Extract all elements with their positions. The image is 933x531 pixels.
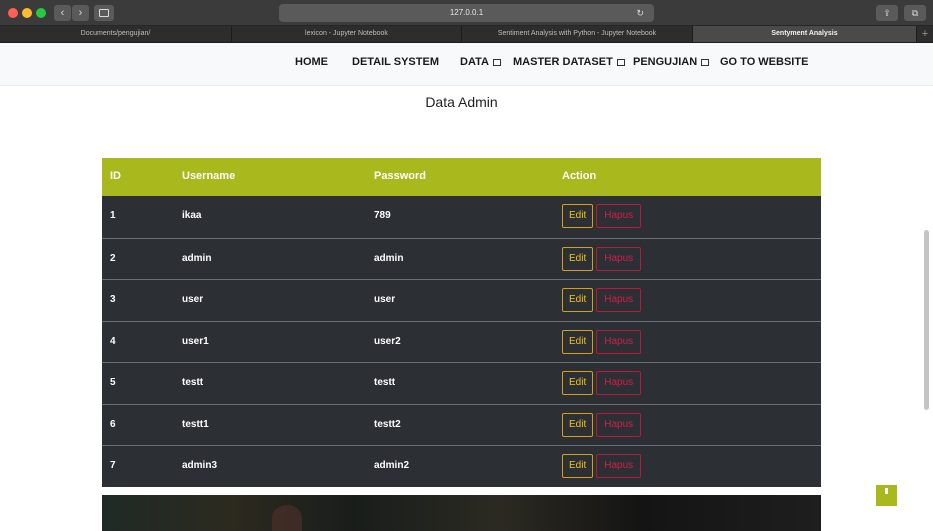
dropdown-icon bbox=[701, 58, 710, 66]
share-icon: ⇪ bbox=[883, 8, 891, 18]
cell-username: admin bbox=[182, 252, 212, 264]
delete-button[interactable]: Hapus bbox=[596, 246, 642, 271]
browser-tab-documents[interactable]: Documents/pengujian/ bbox=[0, 26, 232, 42]
chevron-left-icon: ‹ bbox=[60, 7, 65, 19]
cell-password: 789 bbox=[374, 210, 391, 221]
cell-action: Edit Hapus bbox=[562, 454, 642, 478]
cell-password: admin2 bbox=[374, 460, 410, 471]
header-password: Password bbox=[374, 170, 426, 182]
dropdown-icon bbox=[616, 58, 625, 66]
reload-icon[interactable]: ↻ bbox=[636, 4, 644, 22]
nav-detail-system-label: DETAIL SYSTEM bbox=[352, 56, 439, 68]
sidebar-toggle-button[interactable] bbox=[94, 5, 114, 21]
cell-id: 3 bbox=[110, 294, 116, 305]
edit-button[interactable]: Edit bbox=[562, 371, 594, 395]
table-row: 7 admin3 admin2 Edit Hapus bbox=[102, 445, 821, 487]
delete-button[interactable]: Hapus bbox=[596, 329, 642, 354]
cell-id: 4 bbox=[110, 335, 116, 347]
cell-password: testt2 bbox=[374, 418, 401, 430]
cell-action: Edit Hapus bbox=[562, 246, 642, 271]
nav-master-dataset-dropdown[interactable]: MASTER DATASET bbox=[513, 56, 625, 68]
new-tab-button[interactable]: + bbox=[917, 26, 933, 42]
edit-button[interactable]: Edit bbox=[562, 246, 594, 271]
cell-id: 7 bbox=[110, 460, 116, 471]
nav-go-to-website[interactable]: GO TO WEBSITE bbox=[720, 56, 808, 68]
cell-action: Edit Hapus bbox=[562, 288, 642, 312]
edit-button[interactable]: Edit bbox=[562, 204, 594, 228]
dropdown-icon bbox=[492, 58, 501, 66]
minimize-window-button[interactable] bbox=[22, 8, 32, 18]
cell-action: Edit Hapus bbox=[562, 371, 642, 395]
table-row: 1 ikaa 789 Edit Hapus bbox=[102, 196, 821, 238]
browser-tab-sentyment-analysis[interactable]: Sentyment Analysis bbox=[693, 26, 917, 42]
delete-button[interactable]: Hapus bbox=[596, 454, 642, 478]
browser-tabbar: Documents/pengujian/ lexicon - Jupyter N… bbox=[0, 26, 933, 43]
admin-table: ID Username Password Action 1 ikaa 789 Edit… bbox=[102, 158, 821, 487]
back-button[interactable]: ‹ bbox=[54, 5, 71, 21]
nav-home[interactable]: HOME bbox=[295, 56, 328, 68]
table-row: 4 user1 user2 Edit Hapus bbox=[102, 320, 821, 362]
sidebar-icon bbox=[99, 9, 109, 17]
delete-button[interactable]: Hapus bbox=[596, 371, 642, 395]
table-header: ID Username Password Action bbox=[102, 158, 821, 196]
tab-overview-button[interactable]: ⧉ bbox=[904, 5, 926, 21]
cell-id: 1 bbox=[110, 210, 116, 221]
cell-username: user bbox=[182, 294, 204, 305]
header-action: Action bbox=[562, 170, 597, 182]
browser-tab-sentiment-notebook[interactable]: Sentiment Analysis with Python - Jupyter… bbox=[462, 26, 693, 42]
table-body: 1 ikaa 789 Edit Hapus 2 admin admin Edit Hapus 3 us… bbox=[102, 196, 821, 487]
nav-master-dataset-label: MASTER DATASET bbox=[513, 56, 613, 68]
cell-id: 6 bbox=[110, 418, 116, 430]
cell-username: admin3 bbox=[182, 460, 218, 471]
nav-pengujian-label: PENGUJIAN bbox=[633, 56, 698, 68]
table-row: 2 admin admin Edit Hapus bbox=[102, 237, 821, 279]
cell-username: testt bbox=[182, 377, 204, 388]
page-title: Data Admin bbox=[425, 94, 498, 110]
nav-data-dropdown[interactable]: DATA bbox=[460, 56, 501, 68]
nav-home-label: HOME bbox=[295, 56, 328, 68]
cell-password: admin bbox=[374, 252, 404, 264]
back-to-top-button[interactable] bbox=[876, 485, 897, 506]
table-row: 3 user user Edit Hapus bbox=[102, 279, 821, 321]
nav-go-to-website-label: GO TO WEBSITE bbox=[720, 56, 809, 68]
nav-data-label: DATA bbox=[460, 56, 489, 68]
table-row: 6 testt1 testt2 Edit Hapus bbox=[102, 403, 821, 445]
header-id: ID bbox=[110, 170, 121, 182]
cell-password: testt bbox=[374, 377, 396, 388]
cell-password: user2 bbox=[374, 335, 401, 347]
delete-button[interactable]: Hapus bbox=[596, 412, 642, 437]
cell-password: user bbox=[374, 294, 396, 305]
header-username: Username bbox=[182, 170, 236, 182]
forward-button[interactable]: › bbox=[72, 5, 89, 21]
table-row: 5 testt testt Edit Hapus bbox=[102, 362, 821, 404]
browser-tab-lexicon[interactable]: lexicon - Jupyter Notebook bbox=[232, 26, 462, 42]
edit-button[interactable]: Edit bbox=[562, 454, 594, 478]
edit-button[interactable]: Edit bbox=[562, 412, 594, 437]
cell-action: Edit Hapus bbox=[562, 412, 642, 437]
url-text: 127.0.0.1 bbox=[449, 8, 484, 17]
delete-button[interactable]: Hapus bbox=[596, 204, 642, 228]
address-bar[interactable]: 127.0.0.1 ↻ bbox=[279, 4, 654, 22]
browser-titlebar: ‹ › 127.0.0.1 ↻ ⇪ ⧉ bbox=[0, 0, 933, 26]
edit-button[interactable]: Edit bbox=[562, 329, 594, 354]
chevron-right-icon: › bbox=[78, 7, 83, 19]
cell-id: 2 bbox=[110, 252, 116, 264]
delete-button[interactable]: Hapus bbox=[596, 288, 642, 312]
edit-button[interactable]: Edit bbox=[562, 288, 594, 312]
cell-username: testt1 bbox=[182, 418, 209, 430]
tabs-icon: ⧉ bbox=[911, 8, 919, 18]
nav-detail-system[interactable]: DETAIL SYSTEM bbox=[352, 56, 439, 68]
page-scrollbar[interactable] bbox=[924, 230, 929, 410]
site-navbar: HOME DETAIL SYSTEM DATA MASTER DATASET P… bbox=[0, 43, 933, 86]
nav-pengujian-dropdown[interactable]: PENGUJIAN bbox=[633, 56, 710, 68]
share-button[interactable]: ⇪ bbox=[876, 5, 898, 21]
cell-action: Edit Hapus bbox=[562, 329, 642, 354]
cell-id: 5 bbox=[110, 377, 116, 388]
cell-username: user1 bbox=[182, 335, 209, 347]
footer-image bbox=[102, 495, 821, 531]
cell-username: ikaa bbox=[182, 210, 202, 221]
close-window-button[interactable] bbox=[8, 8, 18, 18]
zoom-window-button[interactable] bbox=[36, 8, 46, 18]
cell-action: Edit Hapus bbox=[562, 204, 642, 228]
